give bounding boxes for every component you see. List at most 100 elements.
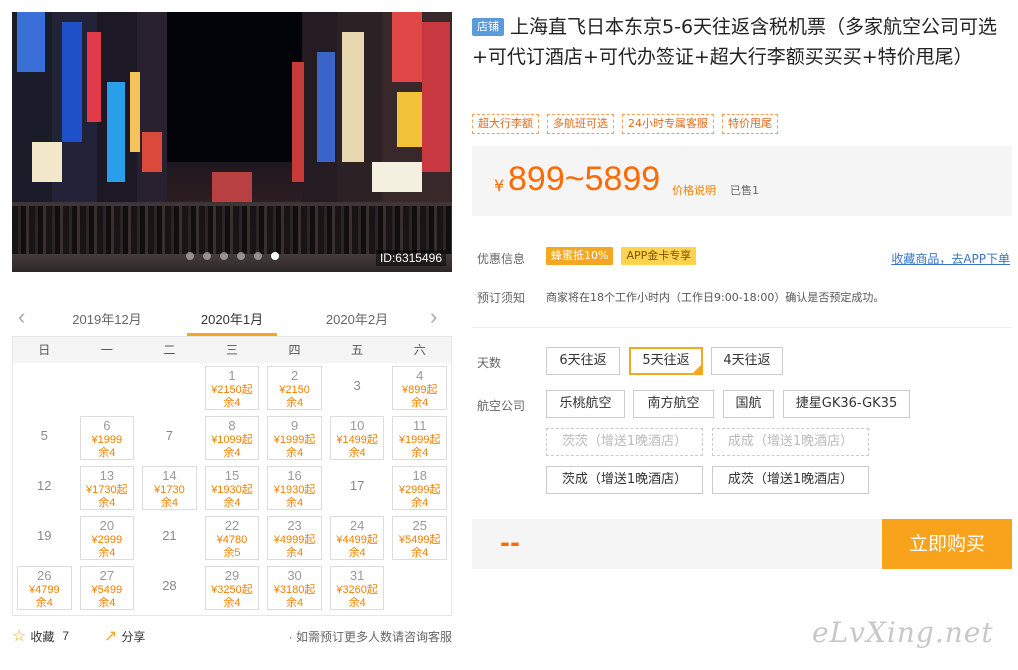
airline-option-peach[interactable]: 乐桃航空: [546, 390, 625, 418]
day-stock: 余4: [286, 397, 304, 409]
sold-count: 已售1: [730, 184, 759, 197]
photo-neon-sign: [372, 162, 422, 192]
chevron-left-icon[interactable]: ‹: [18, 304, 25, 330]
day-stock: 余4: [411, 397, 429, 409]
share-icon: ↗: [104, 628, 118, 645]
day-number: 9: [290, 418, 299, 433]
shop-badge[interactable]: 店铺: [472, 18, 504, 36]
day-number: 29: [224, 568, 240, 583]
day-price: ¥5499起: [398, 534, 441, 546]
day-price: ¥3260起: [336, 584, 378, 596]
day-number: 23: [287, 518, 302, 533]
weekday-label: 二: [163, 343, 176, 357]
day-stock: 余4: [348, 547, 366, 559]
carousel-dot[interactable]: [219, 252, 228, 260]
day-price: ¥2150起: [211, 384, 253, 396]
calendar-day-available[interactable]: 9 ¥1999起 余4: [263, 413, 326, 463]
day-stock: 余4: [286, 597, 304, 609]
photo-sky: [162, 12, 302, 162]
next-month-tab[interactable]: 2020年2月: [312, 309, 402, 328]
day-price: ¥1730起: [86, 484, 128, 496]
calendar-day-available[interactable]: 11 ¥1999起 余4: [388, 413, 451, 463]
calendar-day-available[interactable]: 24 ¥4499起 余4: [326, 513, 389, 563]
calendar-day-available[interactable]: 26 ¥4799 余4: [13, 563, 76, 613]
notice-text: 商家将在18个工作小时内（工作日9:00-18:00）确认是否预定成功。: [546, 291, 885, 304]
calendar-day: 3: [326, 363, 389, 413]
calendar-empty-cell: [138, 363, 201, 413]
day-price: ¥2150: [279, 384, 310, 396]
promo-badge-honey: 蜂蜜抵10%: [546, 247, 614, 265]
day-stock: 余4: [286, 497, 304, 509]
day-number: 19: [37, 528, 52, 543]
calendar-day-available[interactable]: 8 ¥1099起 余4: [201, 413, 264, 463]
calendar-day: 19: [13, 513, 76, 563]
calendar-day-available[interactable]: 13 ¥1730起 余4: [76, 463, 139, 513]
calendar-day-available[interactable]: 4 ¥899起 余4: [388, 363, 451, 413]
airline-option-combo-2[interactable]: 成茨（增送1晚酒店）: [712, 466, 869, 494]
weekday-label: 一: [100, 343, 113, 357]
carousel-dot[interactable]: [185, 252, 194, 260]
calendar-day-available[interactable]: 15 ¥1930起 余4: [201, 463, 264, 513]
calendar-day-available[interactable]: 10 ¥1499起 余4: [326, 413, 389, 463]
carousel-dot[interactable]: [236, 252, 245, 260]
photo-action-bar: ☆ 收藏 7 ↗ 分享 · 如需预订更多人数请咨询客服: [12, 626, 452, 648]
fav-app-link[interactable]: 收藏商品，去APP下单: [891, 250, 1010, 267]
calendar-day-available[interactable]: 25 ¥5499起 余4: [388, 513, 451, 563]
calendar-day-available[interactable]: 23 ¥4999起 余4: [263, 513, 326, 563]
day-number: 8: [228, 418, 236, 433]
day-price: ¥4799: [28, 584, 60, 596]
price-box: ¥ 899~5899 价格说明 已售1: [472, 146, 1012, 216]
airline-option-air-china[interactable]: 国航: [723, 390, 774, 418]
calendar-day-available[interactable]: 2 ¥2150 余4: [263, 363, 326, 413]
favorite-button[interactable]: ☆ 收藏 7: [12, 626, 69, 646]
day-price: ¥1930起: [211, 484, 253, 496]
calendar-day-available[interactable]: 6 ¥1999 余4: [76, 413, 139, 463]
watermark-logo: eLvXing.net: [812, 616, 994, 649]
day-number: 3: [353, 378, 361, 393]
day-price: ¥1999: [91, 434, 123, 446]
prev-month-tab[interactable]: 2019年12月: [62, 309, 152, 328]
calendar-day: 5: [13, 413, 76, 463]
buy-now-button[interactable]: 立即购买: [882, 519, 1012, 569]
day-number: 25: [412, 518, 427, 533]
calendar-day-available[interactable]: 31 ¥3260起 余4: [326, 563, 389, 613]
product-tag: 特价甩尾: [722, 114, 778, 134]
calendar-day-available[interactable]: 30 ¥3180起 余4: [263, 563, 326, 613]
product-photo[interactable]: ID:6315496: [12, 12, 452, 272]
days-option-4[interactable]: 4天往返: [711, 347, 783, 375]
calendar-day-available[interactable]: 18 ¥2999起 余4: [388, 463, 451, 513]
carousel-dot[interactable]: [253, 252, 262, 260]
day-number: 5: [40, 428, 48, 443]
day-stock: 余4: [411, 547, 429, 559]
airline-option-disabled-2: 成成（增送1晚酒店）: [712, 428, 869, 456]
carousel-dot[interactable]: [270, 252, 279, 260]
chevron-right-icon[interactable]: ›: [430, 304, 437, 330]
calendar-day-available[interactable]: 29 ¥3250起 余4: [201, 563, 264, 613]
day-number: 31: [349, 568, 365, 583]
day-number: 18: [412, 468, 427, 483]
days-option-6[interactable]: 6天往返: [546, 347, 620, 375]
day-number: 21: [162, 528, 177, 543]
current-month-tab[interactable]: 2020年1月: [187, 309, 277, 328]
calendar-empty-cell: [13, 363, 76, 413]
airline-option-jetstar[interactable]: 捷星GK36-GK35: [783, 390, 910, 418]
calendar-day-available[interactable]: 1 ¥2150起 余4: [201, 363, 264, 413]
price-explain-link[interactable]: 价格说明: [672, 182, 716, 198]
photo-neon-sign: [342, 32, 364, 162]
photo-neon-sign: [317, 52, 335, 162]
day-price: ¥3250起: [211, 584, 253, 596]
day-price: ¥2999起: [398, 484, 441, 496]
calendar-day-available[interactable]: 20 ¥2999 余4: [76, 513, 139, 563]
calendar-day-available[interactable]: 27 ¥5499 余4: [76, 563, 139, 613]
calendar-day: 12: [13, 463, 76, 513]
calendar-day-available[interactable]: 16 ¥1930起 余4: [263, 463, 326, 513]
calendar-day-available[interactable]: 14 ¥1730 余4: [138, 463, 201, 513]
days-option-5[interactable]: 5天往返: [629, 347, 703, 375]
airline-option-china-southern[interactable]: 南方航空: [633, 390, 714, 418]
airline-option-combo-1[interactable]: 茨成（增送1晚酒店）: [546, 466, 703, 494]
calendar-day-available[interactable]: 22 ¥4780 余5: [201, 513, 264, 563]
day-price: ¥4499起: [336, 534, 378, 546]
carousel-dot[interactable]: [202, 252, 211, 260]
share-button[interactable]: ↗ 分享: [104, 626, 145, 646]
booking-note: · 如需预订更多人数请咨询客服: [288, 630, 452, 644]
